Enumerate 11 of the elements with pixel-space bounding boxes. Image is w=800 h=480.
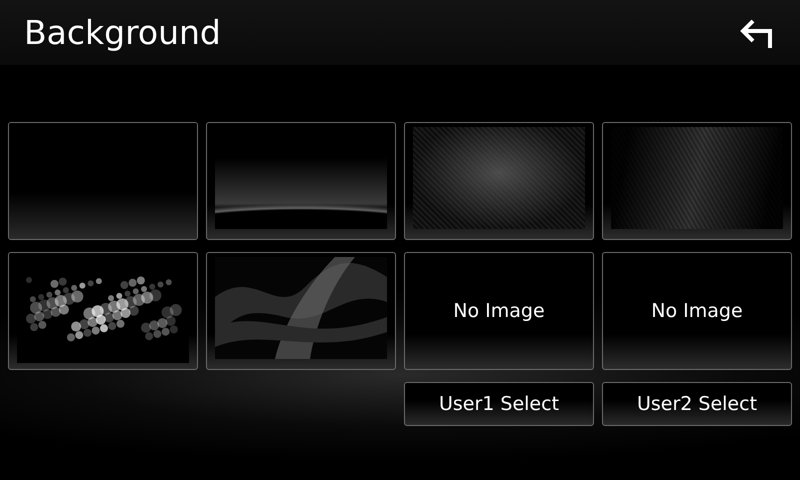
user-select-button[interactable]: User1 Select — [404, 382, 594, 426]
return-arrow-icon — [740, 16, 774, 48]
background-tile[interactable]: No Image — [602, 252, 792, 370]
background-tile[interactable] — [404, 122, 594, 240]
background-tile[interactable]: No Image — [404, 252, 594, 370]
background-tile[interactable] — [602, 122, 792, 240]
background-tile[interactable] — [206, 252, 396, 370]
user-select-button[interactable]: User2 Select — [602, 382, 792, 426]
background-tile[interactable] — [8, 252, 198, 370]
screen-title: Background — [24, 16, 221, 49]
background-tile[interactable] — [206, 122, 396, 240]
